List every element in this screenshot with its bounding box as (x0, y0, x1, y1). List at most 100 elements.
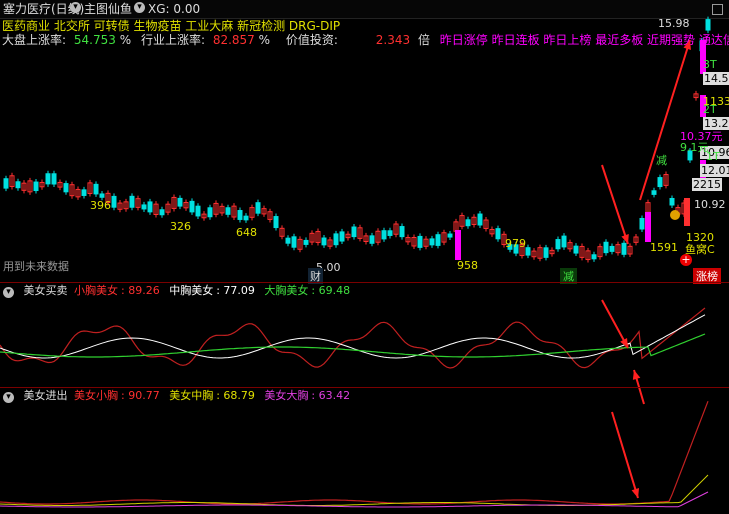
arrow-buy-head (621, 234, 629, 244)
p1-series-1: 中胸美女: 77.09 (169, 284, 255, 297)
p2-s0-name: 美女小胸 (74, 389, 118, 402)
marker-reduce: 减 (656, 154, 667, 167)
coin-icon (670, 210, 680, 220)
p2-series-0: 美女小胸: 90.77 (74, 389, 160, 402)
candle-body (33, 181, 39, 192)
chart-canvas[interactable] (0, 0, 729, 514)
big-candle (684, 198, 690, 226)
candle-body (573, 245, 579, 254)
tag-2t: 2T (703, 103, 717, 116)
p2-s0-value: 90.77 (128, 389, 160, 402)
candle-body (63, 183, 69, 193)
panel2-title[interactable]: 美女进出 (24, 389, 68, 402)
arrow-panel1-up-head (632, 370, 641, 380)
tag-3t: 3T (703, 58, 717, 71)
candle-body (369, 235, 375, 244)
annotation-arrows (601, 39, 691, 499)
candle-body (651, 190, 657, 195)
candle-body (243, 215, 249, 221)
candle-body (111, 195, 117, 208)
candle-body (639, 217, 645, 230)
price-box-14-5: 14.5 (703, 72, 729, 85)
p1-s1-name: 中胸美女 (169, 284, 214, 297)
panel1-header: ▾ 美女买卖 小胸美女: 89.26 中胸美女: 77.09 大胸美女: 69.… (0, 283, 729, 299)
candle-body (273, 216, 279, 229)
candle-body (177, 197, 183, 207)
arrow-buy (601, 164, 629, 245)
p1-line-small (0, 307, 706, 369)
p1-s0-value: 89.26 (128, 284, 160, 297)
candle-body (555, 239, 561, 250)
price-label-2215: 2215 (692, 178, 722, 191)
panel2-settings-icon[interactable]: ▾ (3, 389, 17, 403)
p2-s1-value: 68.79 (223, 389, 255, 402)
arrow-breakout (639, 39, 691, 201)
p1-s2-name: 大胸美女 (264, 284, 309, 297)
candle-body (381, 230, 387, 240)
candle-body (417, 235, 423, 248)
candle-body (207, 207, 213, 218)
candle-body (195, 205, 201, 217)
candle-body (339, 231, 345, 242)
p2-series-1: 美女中胸: 68.79 (169, 389, 255, 402)
p2-series-2: 美女大胸: 63.42 (264, 389, 351, 402)
panel1-lines (0, 307, 706, 369)
candle-body (189, 200, 195, 213)
candle-body (141, 204, 147, 210)
arrow-panel2-head (631, 488, 640, 498)
price-label-958: 958 (457, 259, 478, 272)
candle-body (543, 247, 549, 258)
candle-body (609, 245, 615, 252)
candle-body (435, 234, 441, 246)
candle-body (561, 235, 567, 248)
price-label-979: 979 (505, 237, 526, 250)
panel1-settings-icon[interactable]: ▾ (3, 284, 17, 298)
p1-series-0: 小胸美女: 89.26 (74, 284, 160, 297)
price-label-396: 396 (90, 199, 111, 212)
candle-body (147, 201, 153, 213)
candle-body (81, 189, 87, 196)
candle-body (237, 210, 243, 220)
candle-body (3, 178, 9, 189)
p2-line-small (0, 400, 709, 505)
candle-body (351, 226, 357, 238)
candle-body (333, 233, 339, 246)
p1-s2-value: 69.48 (318, 284, 351, 297)
panel1-title[interactable]: 美女买卖 (24, 284, 68, 297)
candle-body (495, 228, 501, 240)
candle-body (477, 213, 483, 226)
candle-body (159, 209, 165, 216)
candle-body (669, 197, 675, 206)
future-data-note: 用到未来数据 (3, 260, 69, 273)
arrow-breakout-head (683, 40, 691, 50)
p1-line-mid (0, 314, 706, 359)
price-label-1591: 1591 (650, 241, 678, 254)
candle-body (705, 19, 711, 31)
candle-body (321, 237, 327, 246)
candle-body (447, 233, 453, 238)
panel2-header: ▾ 美女进出 美女小胸: 90.77 美女中胸: 68.79 美女大胸: 63.… (0, 388, 729, 404)
limit-up-bar (455, 230, 461, 260)
candle-body (387, 230, 393, 236)
price-label-high: 15.98 (658, 17, 690, 30)
p2-s2-name: 美女大胸 (264, 389, 309, 402)
p1-s0-name: 小胸美女 (74, 284, 118, 297)
candle-body (399, 226, 405, 238)
candle-body (51, 173, 57, 185)
candle-body (129, 195, 135, 208)
candle-body (621, 242, 627, 255)
candle-body (603, 241, 609, 254)
tag-9-1: 9.1元 (680, 141, 709, 154)
limit-up-bar (645, 212, 651, 242)
candle-body (291, 236, 297, 248)
candle-body (99, 193, 105, 198)
candle-body (285, 237, 291, 244)
candle-body (15, 181, 21, 189)
candle-body (657, 177, 663, 188)
price-label-648: 648 (236, 226, 257, 239)
arrow-panel2 (611, 411, 639, 499)
p1-s1-value: 77.09 (223, 284, 255, 297)
candlestick-series (3, 16, 711, 263)
p2-s1-name: 美女中胸 (169, 389, 214, 402)
add-circle-icon[interactable]: + (680, 254, 692, 266)
